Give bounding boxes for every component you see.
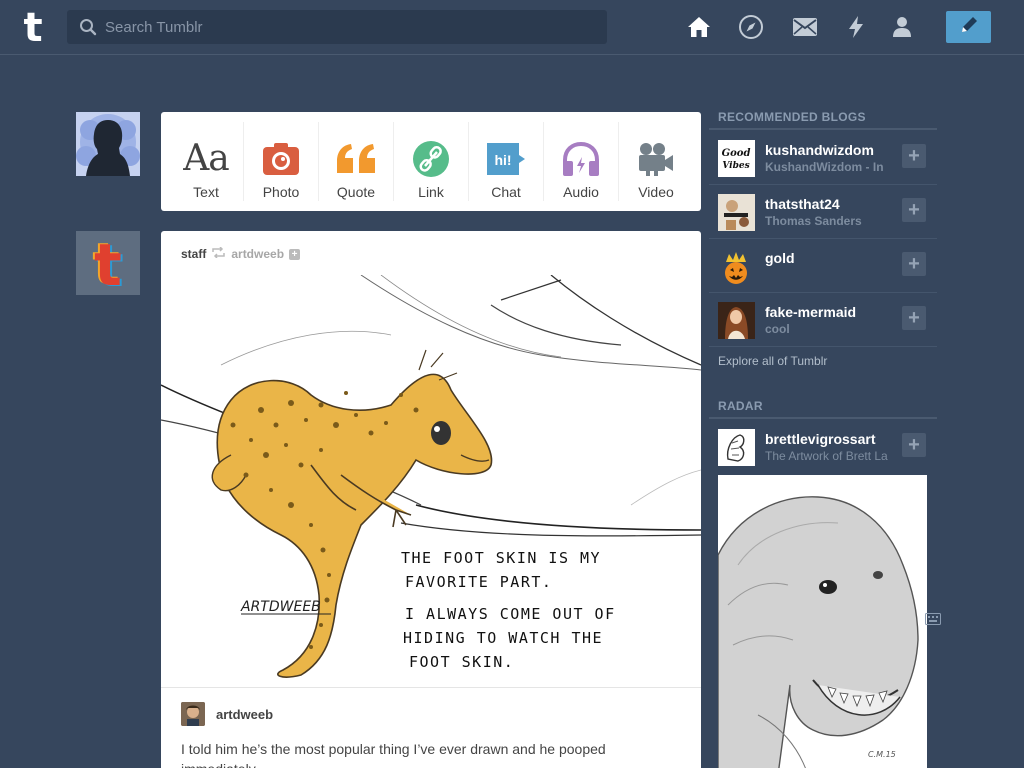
blog-name[interactable]: fake-mermaid [765, 304, 856, 320]
follow-button[interactable]: + [902, 198, 926, 222]
user-avatar[interactable] [76, 112, 140, 176]
post-author-avatar[interactable]: t t t [76, 231, 140, 295]
blog-avatar[interactable] [718, 194, 755, 231]
art-caption-line: THE FOOT SKIN IS MY [401, 549, 601, 567]
svg-text:t: t [94, 231, 122, 295]
text-aa-icon: Aa [183, 138, 229, 179]
post-body-text: I told him he’s the most popular thing I… [181, 741, 606, 768]
post-author-name[interactable]: staff [181, 247, 206, 261]
dashboard-post: staff artdweeb + ARTDWEEB THE FOOT SKIN … [161, 231, 701, 768]
follow-button[interactable]: + [902, 433, 926, 457]
reblog-author-name[interactable]: artdweeb [216, 707, 273, 722]
pencil-icon [958, 14, 980, 41]
search-icon [79, 18, 97, 36]
recommended-blog-item[interactable]: Good Vibes kushandwizdom KushandWizdom - … [709, 131, 937, 185]
sidebar-divider [709, 128, 937, 130]
post-type-video[interactable]: Video [619, 122, 693, 201]
post-divider [161, 687, 701, 688]
follow-plus-button[interactable]: + [289, 248, 301, 260]
post-type-chat[interactable]: hi! Chat [469, 122, 544, 201]
activity-bolt-icon[interactable] [843, 14, 869, 40]
post-type-label: Photo [262, 184, 300, 200]
post-type-label: Chat [491, 184, 521, 200]
recommended-blog-item[interactable]: fake-mermaid cool + [709, 293, 937, 347]
keyboard-shortcuts-icon[interactable] [925, 612, 941, 626]
post-image[interactable]: ARTDWEEB THE FOOT SKIN IS MY FAVORITE PA… [161, 274, 701, 687]
account-person-icon[interactable] [889, 14, 915, 40]
art-caption-line: FAVORITE PART. [405, 573, 552, 591]
radar-blog-item[interactable]: brettlevigrossart The Artwork of Brett L… [709, 420, 937, 474]
reblogged-from-name[interactable]: artdweeb [231, 247, 284, 261]
post-type-quote[interactable]: Quote [319, 122, 394, 201]
post-type-text[interactable]: Aa Text [169, 122, 244, 201]
search-bar[interactable] [67, 10, 607, 44]
reblog-author-avatar[interactable] [181, 702, 205, 726]
radar-post-image[interactable]: C.M.15 [718, 475, 927, 768]
tumblr-logo[interactable]: t [17, 5, 49, 51]
recommended-blogs-title: RECOMMENDED BLOGS [718, 110, 866, 124]
explore-compass-icon[interactable] [738, 14, 764, 40]
radar-title: RADAR [718, 399, 763, 413]
blog-subtitle: cool [765, 322, 790, 336]
home-icon[interactable] [686, 14, 712, 40]
svg-text:Vibes: Vibes [722, 161, 749, 171]
post-type-label: Quote [336, 184, 376, 200]
top-header: t [0, 0, 1024, 55]
quote-icon [335, 140, 377, 178]
post-type-label: Audio [563, 184, 599, 200]
svg-text:hi!: hi! [494, 152, 511, 168]
post-type-link[interactable]: Link [394, 122, 469, 201]
post-type-label: Video [638, 184, 674, 200]
post-header: staff artdweeb + [181, 246, 301, 261]
blog-name[interactable]: gold [765, 250, 795, 266]
search-input[interactable] [105, 10, 585, 44]
blog-subtitle: The Artwork of Brett La [765, 449, 888, 463]
svg-text:C.M.15: C.M.15 [868, 750, 896, 759]
post-type-label: Link [418, 184, 444, 200]
blog-name[interactable]: kushandwizdom [765, 142, 874, 158]
follow-button[interactable]: + [902, 144, 926, 168]
recommended-blog-item[interactable]: gold + [709, 239, 937, 293]
post-type-label: Text [193, 184, 219, 200]
blog-subtitle: Thomas Sanders [765, 214, 862, 228]
recommended-blog-item[interactable]: thatsthat24 Thomas Sanders + [709, 185, 937, 239]
sidebar-divider [709, 417, 937, 419]
video-camera-icon [636, 140, 676, 178]
chat-bubble-icon: hi! [485, 140, 527, 178]
camera-icon [262, 140, 300, 178]
blog-avatar[interactable] [718, 302, 755, 339]
blog-avatar[interactable] [718, 429, 755, 466]
svg-text:t: t [23, 8, 42, 46]
mail-icon[interactable] [792, 14, 818, 40]
compose-button[interactable] [946, 11, 991, 43]
follow-button[interactable]: + [902, 252, 926, 276]
post-type-audio[interactable]: Audio [544, 122, 619, 201]
explore-all-link[interactable]: Explore all of Tumblr [718, 354, 827, 368]
follow-button[interactable]: + [902, 306, 926, 330]
art-caption-line: FOOT SKIN. [409, 653, 514, 671]
blog-name[interactable]: thatsthat24 [765, 196, 840, 212]
art-signature: ARTDWEEB [240, 599, 321, 615]
blog-subtitle: KushandWizdom - In [765, 160, 884, 174]
headphones-icon [561, 140, 601, 178]
svg-text:Good: Good [722, 148, 751, 159]
blog-avatar[interactable]: Good Vibes [718, 140, 755, 177]
link-icon [412, 140, 450, 178]
post-type-bar: Aa Text Photo Quote Link hi! Chat Audio [161, 112, 701, 211]
blog-avatar[interactable] [718, 248, 755, 285]
post-type-photo[interactable]: Photo [244, 122, 319, 201]
blog-name[interactable]: brettlevigrossart [765, 431, 875, 447]
art-caption-line: HIDING TO WATCH THE [403, 629, 603, 647]
reblog-icon [211, 246, 226, 261]
art-caption-line: I ALWAYS COME OUT OF [405, 605, 616, 623]
